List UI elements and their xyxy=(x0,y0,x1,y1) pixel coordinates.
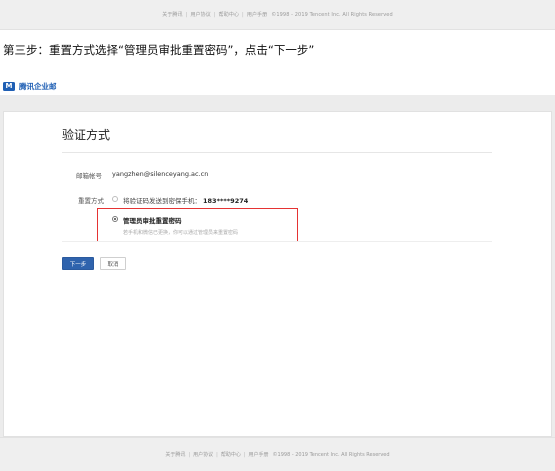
brand-bar: M 腾讯企业邮 xyxy=(0,77,555,95)
instruction-text: 第三步：重置方式选择“管理员审批重置密码”，点击“下一步” xyxy=(3,43,315,57)
footer-separator: | xyxy=(242,11,244,18)
footer-link-about[interactable]: 关于腾讯 xyxy=(165,451,185,458)
footer-separator: | xyxy=(213,11,216,18)
footer-copyright: ©1998 - 2019 Tencent Inc. All Rights Res… xyxy=(271,11,393,18)
radio-sms-option[interactable] xyxy=(112,196,118,202)
footer-link-agreement[interactable]: 用户协议 xyxy=(193,451,213,458)
next-button[interactable]: 下一步 xyxy=(62,257,94,270)
divider xyxy=(62,241,492,242)
cancel-button[interactable]: 取消 xyxy=(100,257,126,270)
page-title: 验证方式 xyxy=(62,128,111,142)
footer-separator: | xyxy=(185,11,188,18)
sms-option-phone: 183****9274 xyxy=(203,197,249,205)
top-footer: 关于腾讯 | 用户协议 | 帮助中心 | 用户手册 ©1998 - 2019 T… xyxy=(0,0,555,30)
footer-link-manual[interactable]: 用户手册 xyxy=(247,11,267,18)
sms-option-label[interactable]: 将验证码发送到密保手机： 183****9274 xyxy=(123,195,248,205)
footer-separator: | xyxy=(243,451,246,458)
footer-link-manual[interactable]: 用户手册 xyxy=(249,451,269,458)
mail-logo-icon: M xyxy=(3,81,15,91)
divider xyxy=(62,152,492,153)
footer-link-agreement[interactable]: 用户协议 xyxy=(190,11,210,18)
footer-link-about[interactable]: 关于腾讯 xyxy=(162,11,182,18)
footer-copyright: ©1998 - 2019 Tencent Inc. All Rights Res… xyxy=(272,451,390,458)
verification-card xyxy=(3,111,552,437)
brand-name: 腾讯企业邮 xyxy=(19,81,57,91)
footer-separator: | xyxy=(188,451,191,458)
bottom-footer: 关于腾讯 | 用户协议 | 帮助中心 | 用户手册 ©1998 - 2019 T… xyxy=(0,437,555,471)
reset-method-label: 重置方式 xyxy=(78,197,104,205)
footer-separator: | xyxy=(216,451,218,458)
email-label: 邮箱帐号 xyxy=(76,172,102,180)
footer-link-help[interactable]: 帮助中心 xyxy=(221,451,241,458)
footer-link-help[interactable]: 帮助中心 xyxy=(219,11,239,18)
sms-option-text: 将验证码发送到密保手机： xyxy=(123,197,201,205)
highlight-annotation-box xyxy=(97,208,298,242)
email-value: yangzhen@silenceyang.ac.cn xyxy=(112,170,209,178)
